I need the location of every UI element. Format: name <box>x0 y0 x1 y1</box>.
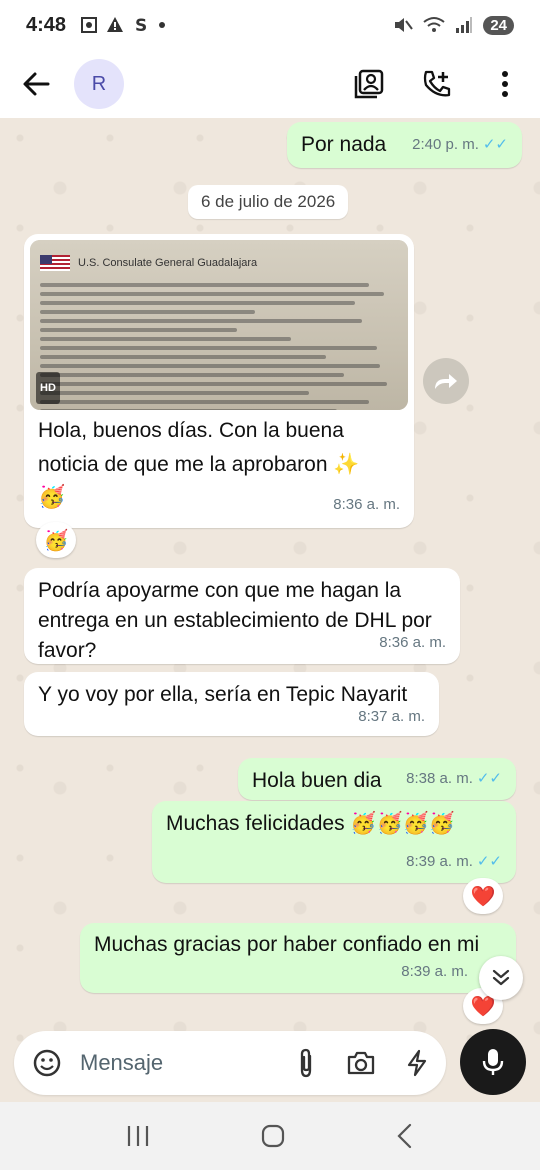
message-input[interactable] <box>80 1050 250 1076</box>
contact-card-icon <box>354 69 384 99</box>
double-chevron-down-icon <box>492 969 510 986</box>
message-bubble-incoming[interactable]: Y yo voy por ella, sería en Tepic Nayari… <box>24 672 439 736</box>
paperclip-icon[interactable] <box>296 1048 316 1078</box>
message-text: Muchas felicidades 🥳🥳🥳🥳 <box>166 812 456 835</box>
back-button[interactable] <box>18 66 54 102</box>
dot-icon <box>159 22 166 28</box>
contact-card-button[interactable] <box>352 67 386 101</box>
voice-message-button[interactable] <box>460 1029 526 1095</box>
lightning-icon[interactable] <box>406 1049 428 1077</box>
status-system-icons: 24 <box>393 15 514 35</box>
image-attachment[interactable]: U.S. Consulate General Guadalajara HD <box>30 240 408 410</box>
wifi-icon <box>423 17 445 32</box>
home-icon[interactable] <box>260 1123 286 1149</box>
hd-badge: HD <box>36 372 60 404</box>
forward-button[interactable] <box>423 358 469 404</box>
signal-icon <box>456 17 473 33</box>
message-text: Hola buen dia <box>252 769 382 792</box>
image-doc-title: U.S. Consulate General Guadalajara <box>78 257 258 270</box>
scroll-to-bottom-button[interactable] <box>479 956 523 1000</box>
message-bubble-outgoing[interactable]: Muchas gracias por haber confiado en mi … <box>80 923 516 993</box>
forward-icon <box>435 374 457 389</box>
avatar[interactable]: R <box>74 59 124 109</box>
message-time: 8:36 a. m. <box>333 496 400 513</box>
message-time: 8:39 a. m. <box>406 853 473 870</box>
camera-icon[interactable] <box>346 1050 376 1076</box>
battery-indicator: 24 <box>483 15 514 35</box>
message-reaction[interactable]: 🥳 <box>36 522 76 558</box>
message-bubble-outgoing[interactable]: Por nada 2:40 p. m. ✓✓ <box>287 122 522 168</box>
message-text: Hola, buenos días. Con la buena noticia … <box>38 419 360 476</box>
chat-header: R <box>0 50 540 118</box>
more-options-button[interactable] <box>488 67 522 101</box>
message-emoji: 🥳 <box>38 484 66 509</box>
svg-text:S: S <box>135 16 147 34</box>
message-text: Por nada <box>301 133 387 156</box>
message-composer <box>14 1031 446 1095</box>
add-call-button[interactable] <box>420 67 454 101</box>
message-reaction[interactable]: ❤️ <box>463 878 503 914</box>
message-bubble-incoming[interactable]: Podría apoyarme con que me hagan la entr… <box>24 568 460 664</box>
more-vertical-icon <box>502 71 508 97</box>
emoji-icon[interactable] <box>32 1048 62 1078</box>
system-navigation-bar <box>0 1102 540 1170</box>
date-divider: 6 de julio de 2026 <box>188 185 349 219</box>
microphone-icon <box>482 1049 504 1075</box>
message-time: 8:37 a. m. <box>358 708 425 725</box>
message-text: Muchas gracias por haber confiado en mi <box>94 933 480 956</box>
message-time: 8:38 a. m. <box>406 770 473 787</box>
message-bubble-incoming-image[interactable]: U.S. Consulate General Guadalajara HD Ho… <box>24 234 414 528</box>
s-app-icon: S <box>135 16 147 34</box>
message-time: 8:39 a. m. <box>401 963 468 980</box>
message-bubble-outgoing[interactable]: Hola buen dia 8:38 a. m. ✓✓ <box>238 758 516 800</box>
message-list[interactable]: Por nada 2:40 p. m. ✓✓ 6 de julio de 202… <box>0 118 540 1102</box>
read-ticks-icon: ✓✓ <box>476 770 502 787</box>
message-time: 8:36 a. m. <box>379 634 446 651</box>
warning-icon <box>107 17 124 32</box>
read-ticks-icon: ✓✓ <box>476 853 502 870</box>
screenshot-icon <box>81 17 98 33</box>
mute-icon <box>395 18 414 32</box>
read-ticks-icon: ✓✓ <box>482 136 508 153</box>
status-bar: 4:48 S 24 <box>0 0 540 50</box>
status-time: 4:48 <box>26 13 67 36</box>
recent-apps-icon[interactable] <box>125 1124 151 1148</box>
us-flag-icon <box>40 255 70 272</box>
arrow-left-icon <box>23 72 50 96</box>
message-bubble-outgoing[interactable]: Muchas felicidades 🥳🥳🥳🥳 8:39 a. m. ✓✓ <box>152 801 516 883</box>
back-nav-icon[interactable] <box>395 1123 415 1149</box>
message-time: 2:40 p. m. <box>412 136 479 153</box>
add-call-icon <box>423 70 451 97</box>
message-text: Podría apoyarme con que me hagan la entr… <box>38 579 432 662</box>
status-notification-icons: S <box>80 16 166 34</box>
